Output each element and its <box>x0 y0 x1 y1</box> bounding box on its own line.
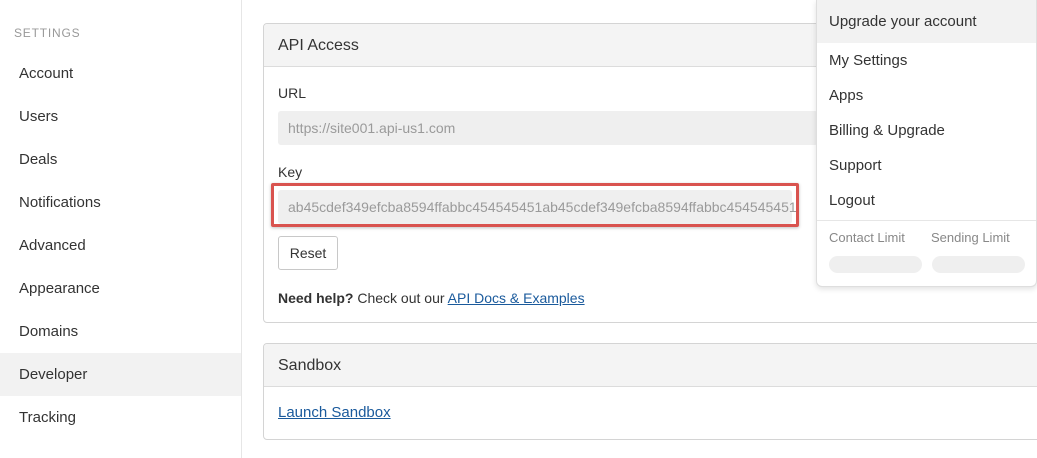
api-docs-link[interactable]: API Docs & Examples <box>448 290 585 306</box>
sandbox-panel: Sandbox Launch Sandbox <box>263 343 1037 440</box>
settings-sidebar: SETTINGS Account Users Deals Notificatio… <box>0 0 242 458</box>
sending-limit-bar <box>932 256 1025 273</box>
contact-limit-label: Contact Limit <box>829 230 905 245</box>
sidebar-item-developer[interactable]: Developer <box>0 353 241 396</box>
sidebar-item-tracking[interactable]: Tracking <box>0 396 241 439</box>
key-label: Key <box>278 164 303 180</box>
menu-item-support[interactable]: Support <box>829 157 882 174</box>
sidebar-item-appearance[interactable]: Appearance <box>0 267 241 310</box>
sidebar-item-domains[interactable]: Domains <box>0 310 241 353</box>
contact-limit-bar <box>829 256 922 273</box>
sidebar-item-account[interactable]: Account <box>0 52 241 95</box>
account-menu: Upgrade your account My Settings Apps Bi… <box>816 0 1037 287</box>
sidebar-item-advanced[interactable]: Advanced <box>0 224 241 267</box>
sidebar-heading: SETTINGS <box>14 26 81 40</box>
sidebar-item-notifications[interactable]: Notifications <box>0 181 241 224</box>
menu-item-logout[interactable]: Logout <box>829 192 875 209</box>
sandbox-title: Sandbox <box>264 344 1037 387</box>
help-line: Need help? Check out our API Docs & Exam… <box>278 290 585 306</box>
upgrade-account-item[interactable]: Upgrade your account <box>817 0 1036 43</box>
sidebar-item-deals[interactable]: Deals <box>0 138 241 181</box>
help-text: Check out our <box>353 290 448 306</box>
menu-item-billing[interactable]: Billing & Upgrade <box>829 122 945 139</box>
launch-sandbox-link[interactable]: Launch Sandbox <box>278 404 391 421</box>
menu-divider <box>817 220 1036 221</box>
url-field[interactable]: https://site001.api-us1.com <box>278 111 818 145</box>
key-highlight-box <box>271 183 799 227</box>
url-label: URL <box>278 85 307 101</box>
reset-button[interactable]: Reset <box>278 236 338 270</box>
menu-item-apps[interactable]: Apps <box>829 87 863 104</box>
help-bold: Need help? <box>278 290 354 306</box>
menu-item-my-settings[interactable]: My Settings <box>829 52 907 69</box>
sidebar-item-users[interactable]: Users <box>0 95 241 138</box>
sending-limit-label: Sending Limit <box>931 230 1010 245</box>
